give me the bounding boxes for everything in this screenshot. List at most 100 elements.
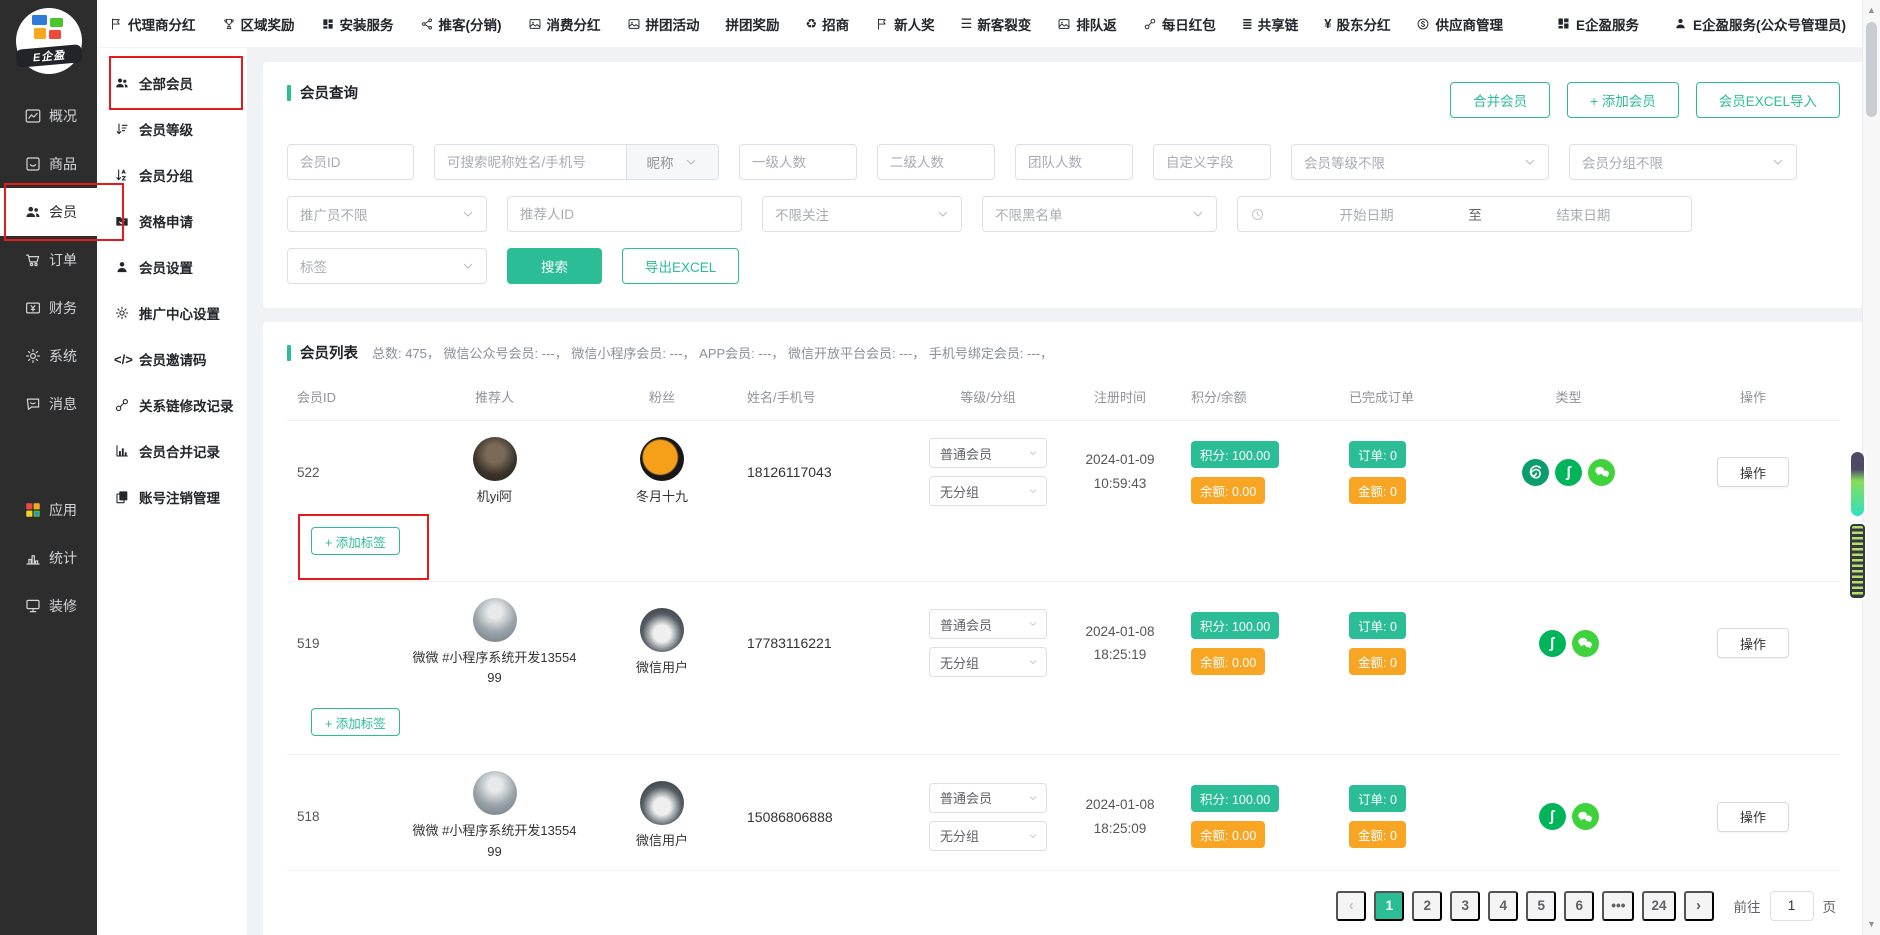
pagination-page-button[interactable]: 3	[1450, 891, 1480, 921]
query-title-text: 会员查询	[300, 82, 358, 103]
topnav-account-item[interactable]: E企盈服务(公众号管理员)	[1673, 14, 1846, 34]
topnav-item[interactable]: 拼团奖励	[726, 14, 780, 34]
widget-striped-panel[interactable]	[1850, 524, 1865, 598]
topnav-item-label: 拼团活动	[646, 14, 700, 34]
export-excel-button[interactable]: 导出EXCEL	[622, 248, 739, 284]
sidebar-item[interactable]: 系统	[0, 332, 97, 380]
filter-select[interactable]: 推广员不限	[287, 196, 487, 232]
topnav-item[interactable]: 消费分红	[528, 14, 601, 34]
level-select[interactable]: 普通会员	[929, 438, 1047, 468]
stats-icon	[24, 549, 42, 567]
referrer-cell-avatar	[473, 598, 517, 642]
row-action-button[interactable]: 操作	[1717, 628, 1789, 658]
scrollbar-down-arrow-icon[interactable]: ▼	[1863, 919, 1880, 929]
filter-input[interactable]	[507, 196, 742, 232]
users-icon	[24, 203, 42, 221]
pagination-page-button[interactable]: 1	[1374, 891, 1404, 921]
list-head: 会员列表 总数: 475， 微信公众号会员: ---， 微信小程序会员: ---…	[287, 342, 1840, 363]
topnav-item[interactable]: 安装服务	[321, 14, 394, 34]
points-balance-cell: 积分: 100.00余额: 0.00	[1181, 785, 1339, 848]
scrollbar-up-arrow-icon[interactable]: ▲	[1863, 5, 1880, 15]
member-menu-item[interactable]: 全部会员	[97, 60, 247, 106]
row-action-button[interactable]: 操作	[1717, 802, 1789, 832]
topnav-item[interactable]: ☰新客裂变	[961, 14, 1032, 34]
query-action-button[interactable]: + 添加会员	[1567, 82, 1679, 118]
query-action-button[interactable]: 会员EXCEL导入	[1696, 82, 1840, 118]
member-menu-item[interactable]: </>会员邀请码	[97, 336, 247, 382]
level-select[interactable]: 普通会员	[929, 609, 1047, 639]
search-input[interactable]	[435, 145, 626, 179]
register-time-cell: 2024-01-0910:59:43	[1085, 448, 1154, 495]
sidebar-item[interactable]: 消息	[0, 380, 97, 428]
search-field-select[interactable]: 昵称	[626, 145, 718, 179]
pagination-next-icon[interactable]: ›	[1684, 891, 1714, 921]
money-icon	[24, 299, 42, 317]
topnav-item-label: 供应商管理	[1435, 14, 1503, 34]
widget-gradient-pill[interactable]	[1851, 452, 1864, 516]
pagination-page-button[interactable]: 4	[1488, 891, 1518, 921]
group-select[interactable]: 无分组	[929, 821, 1047, 851]
search-button[interactable]: 搜索	[507, 248, 602, 284]
member-menu-item[interactable]: 关系链修改记录	[97, 382, 247, 428]
pagination-page-button[interactable]: 2	[1412, 891, 1442, 921]
member-menu-item[interactable]: 会员合并记录	[97, 428, 247, 474]
pagination-prev-icon[interactable]: ‹	[1336, 891, 1366, 921]
sidebar-item[interactable]: 商品	[0, 140, 97, 188]
topnav-item[interactable]: 每日红包	[1143, 14, 1216, 34]
topnav-item[interactable]: ♻招商	[806, 14, 850, 34]
level-select[interactable]: 普通会员	[929, 783, 1047, 813]
topnav-item[interactable]: 供应商管理	[1416, 14, 1503, 34]
topnav-item-label: 排队返	[1076, 14, 1117, 34]
goto-page-input[interactable]	[1770, 891, 1814, 921]
filter-select[interactable]: 标签	[287, 248, 487, 284]
sidebar-item[interactable]: 装修	[0, 582, 97, 630]
topnav-item[interactable]: 拼团活动	[627, 14, 700, 34]
add-tag-button[interactable]: + 添加标签	[311, 708, 400, 736]
member-row-main: 522机yi阿冬月十九18126117043普通会员无分组2024-01-091…	[287, 421, 1840, 515]
topnav-item[interactable]: 排队返	[1057, 14, 1117, 34]
filter-select[interactable]: 会员分组不限	[1569, 144, 1797, 180]
member-menu-item[interactable]: 账号注销管理	[97, 474, 247, 520]
chevron-down-icon	[683, 154, 699, 170]
filter-input[interactable]	[287, 144, 414, 180]
topnav-item[interactable]: 区域奖励	[222, 14, 295, 34]
group-select[interactable]: 无分组	[929, 647, 1047, 677]
member-menu-item[interactable]: 会员等级	[97, 106, 247, 152]
filter-input[interactable]	[739, 144, 857, 180]
topnav-item[interactable]: 代理商分红	[109, 14, 196, 34]
pagination-page-button[interactable]: 5	[1526, 891, 1556, 921]
scrollbar-thumb[interactable]	[1866, 22, 1877, 117]
topnav-item[interactable]: ≣共享链	[1242, 14, 1298, 34]
topnav-account-item[interactable]: E企盈服务	[1556, 14, 1639, 34]
member-menu-item[interactable]: 推广中心设置	[97, 290, 247, 336]
member-menu-item[interactable]: 资格申请	[97, 198, 247, 244]
row-action-button[interactable]: 操作	[1717, 457, 1789, 487]
pagination-page-button[interactable]: 6	[1564, 891, 1594, 921]
topnav-item-label: 新客裂变	[977, 14, 1031, 34]
title-bar-accent	[287, 345, 291, 361]
filter-select[interactable]: 会员等级不限	[1291, 144, 1549, 180]
filter-select[interactable]: 不限关注	[762, 196, 962, 232]
query-action-button[interactable]: 合并会员	[1450, 82, 1550, 118]
topnav-item[interactable]: 新人奖	[875, 14, 935, 34]
referrer-cell: 机yi阿	[473, 437, 517, 507]
topnav-item[interactable]: ¥股东分红	[1324, 14, 1390, 34]
sidebar-item[interactable]: 订单	[0, 236, 97, 284]
member-menu-item[interactable]: 会员设置	[97, 244, 247, 290]
filter-select[interactable]: 不限黑名单	[982, 196, 1217, 232]
pagination-page-button[interactable]: 24	[1642, 891, 1675, 921]
date-range-picker[interactable]: 开始日期至结束日期	[1237, 196, 1692, 232]
sidebar-item[interactable]: 应用	[0, 486, 97, 534]
topnav-item[interactable]: 推客(分销)	[420, 14, 502, 34]
sidebar-item[interactable]: 会员	[0, 188, 97, 236]
filter-input[interactable]	[1015, 144, 1133, 180]
add-tag-button[interactable]: + 添加标签	[311, 527, 400, 555]
sidebar-item[interactable]: 财务	[0, 284, 97, 332]
sidebar-item[interactable]: 概况	[0, 92, 97, 140]
sidebar-item[interactable]: 统计	[0, 534, 97, 582]
filter-input[interactable]	[1153, 144, 1271, 180]
member-menu-item[interactable]: 会员分组	[97, 152, 247, 198]
referrer-cell: 微微 #小程序系统开发13554 99	[407, 598, 583, 688]
filter-input[interactable]	[877, 144, 995, 180]
group-select[interactable]: 无分组	[929, 476, 1047, 506]
